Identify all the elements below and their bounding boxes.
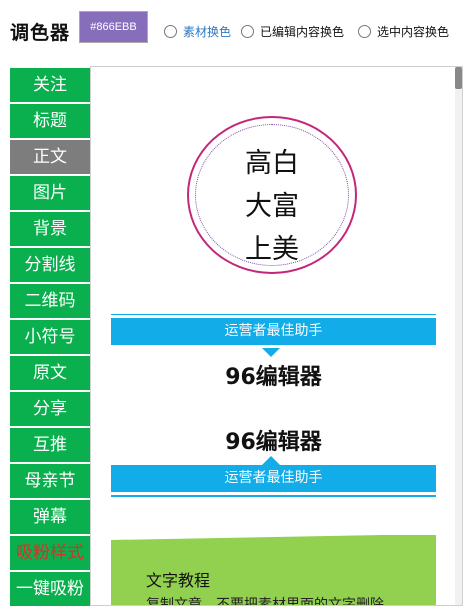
sidebar-item-follow[interactable]: 关注 [10, 68, 90, 102]
radio-icon[interactable] [164, 25, 177, 38]
sidebar-item-body[interactable]: 正文 [10, 140, 90, 174]
recolor-selected-label: 选中内容换色 [377, 25, 450, 39]
sidebar-item-divider[interactable]: 分割线 [10, 248, 90, 282]
banner-arrow-down-icon [262, 348, 280, 357]
banner-underline [111, 495, 436, 497]
circle-line-2: 大富 [245, 191, 299, 222]
recolor-edited-label: 已编辑内容换色 [260, 25, 345, 39]
toolbar-title: 调色器 [10, 22, 71, 44]
card-text: 复制文章，不要把素材里面的文字删除 [146, 597, 384, 606]
sidebar-item-one-click-fans[interactable]: 一键吸粉 [10, 572, 90, 606]
recolor-edited-option[interactable]: 已编辑内容换色 [241, 23, 344, 40]
sidebar-item-share[interactable]: 分享 [10, 392, 90, 426]
title-banner-top[interactable]: 运营者最佳助手 [111, 314, 436, 345]
recolor-material-label: 素材换色 [183, 25, 232, 39]
sidebar-item-danmaku[interactable]: 弹幕 [10, 500, 90, 534]
sidebar-item-promote[interactable]: 互推 [10, 428, 90, 462]
sidebar-item-title[interactable]: 标题 [10, 104, 90, 138]
recolor-material-option[interactable]: 素材换色 [164, 23, 231, 40]
tutorial-card[interactable]: 文字教程 复制文章，不要把素材里面的文字删除 [111, 534, 436, 606]
sidebar-item-qrcode[interactable]: 二维码 [10, 284, 90, 318]
color-toolbar: 调色器 #866EBB 素材换色 已编辑内容换色 选中内容换色 [0, 0, 472, 62]
category-sidebar: 关注 标题 正文 图片 背景 分割线 二维码 小符号 原文 分享 互推 母亲节 … [10, 68, 90, 608]
headline-2[interactable]: 96编辑器 [111, 424, 436, 456]
sidebar-item-background[interactable]: 背景 [10, 212, 90, 246]
banner-arrow-up-icon [262, 456, 280, 465]
circle-text: 高白 大富 上美 [189, 142, 355, 271]
radio-icon[interactable] [358, 25, 371, 38]
sidebar-item-mothers-day[interactable]: 母亲节 [10, 464, 90, 498]
recolor-selected-option[interactable]: 选中内容换色 [358, 23, 449, 40]
color-picker-swatch[interactable]: #866EBB [79, 11, 148, 43]
circle-badge-template[interactable]: 高白 大富 上美 [187, 116, 357, 274]
sidebar-item-original[interactable]: 原文 [10, 356, 90, 390]
circle-line-1: 高白 [245, 148, 299, 179]
card-notch [111, 534, 436, 540]
circle-line-3: 上美 [245, 234, 299, 265]
sidebar-item-symbol[interactable]: 小符号 [10, 320, 90, 354]
card-title: 文字教程 [146, 571, 211, 590]
title-banner-bottom[interactable]: 运营者最佳助手 [111, 465, 436, 492]
panel-scrollbar[interactable] [455, 67, 462, 605]
scroll-thumb[interactable] [455, 67, 462, 89]
headline-1[interactable]: 96编辑器 [111, 359, 436, 391]
sidebar-item-fan-style[interactable]: 吸粉样式 [10, 536, 90, 570]
radio-icon[interactable] [241, 25, 254, 38]
material-panel[interactable]: 高白 大富 上美 运营者最佳助手 96编辑器 96编辑器 运营者最佳助手 文字教… [90, 66, 463, 606]
sidebar-item-image[interactable]: 图片 [10, 176, 90, 210]
